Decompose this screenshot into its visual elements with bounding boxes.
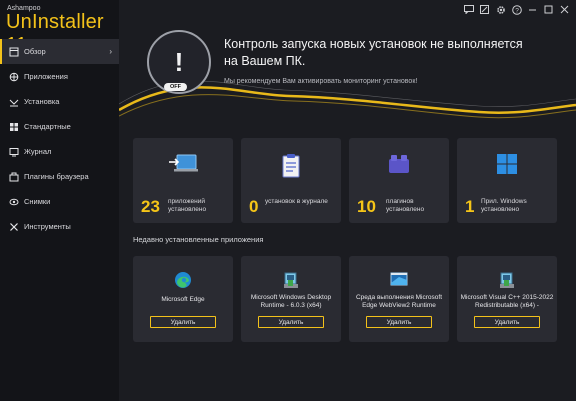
app-name: Среда выполнения Microsoft Edge WebView2… <box>355 294 443 309</box>
stat-label: Прил. Windows установлено <box>481 198 527 213</box>
sidebar-item-label: Обзор <box>24 47 46 56</box>
sidebar-item-label: Инструменты <box>24 222 71 231</box>
stat-value: 23 <box>141 197 160 216</box>
sidebar-nav: Обзор › Приложения Установка Стандартные <box>0 39 119 239</box>
recent-apps-title: Недавно установленные приложения <box>133 235 264 244</box>
uninstall-button[interactable]: Удалить <box>150 316 216 328</box>
stat-label: плагинов установлено <box>386 198 425 213</box>
monitor-arrow-icon <box>133 153 233 177</box>
monitoring-banner: ! OFF Контроль запуска новых установок н… <box>119 0 576 130</box>
home-icon <box>8 46 19 57</box>
sidebar-item-label: Стандартные <box>24 122 71 131</box>
uninstall-button[interactable]: Удалить <box>474 316 540 328</box>
sidebar-item-label: Плагины браузера <box>24 172 89 181</box>
snapshot-icon <box>8 196 19 207</box>
app-name: Microsoft Edge <box>161 296 205 303</box>
stat-card-log[interactable]: 0 установок в журнале <box>241 138 341 223</box>
chevron-right-icon: › <box>109 47 112 56</box>
installer-icon <box>241 271 341 289</box>
recent-app-card: Microsoft Windows Desktop Runtime - 6.0.… <box>241 256 341 342</box>
uninstall-button[interactable]: Удалить <box>366 316 432 328</box>
exclamation-icon: ! <box>174 47 184 77</box>
recent-app-card: Microsoft Visual C++ 2015-2022 Redistrib… <box>457 256 557 342</box>
log-icon <box>8 146 19 157</box>
recent-app-card: Среда выполнения Microsoft Edge WebView2… <box>349 256 449 342</box>
app-name: Microsoft Visual C++ 2015-2022 Redistrib… <box>460 294 554 309</box>
uninstall-button[interactable]: Удалить <box>258 316 324 328</box>
stat-value: 10 <box>357 197 376 216</box>
plugin-icon <box>8 171 19 182</box>
sidebar-item-snapshots[interactable]: Снимки <box>0 189 119 214</box>
sidebar-item-label: Снимки <box>24 197 51 206</box>
installer-icon <box>457 271 557 289</box>
stat-card-plugins[interactable]: 10 плагинов установлено <box>349 138 449 223</box>
apps-icon <box>8 71 19 82</box>
sidebar-item-standard[interactable]: Стандартные <box>0 114 119 139</box>
tools-icon <box>8 221 19 232</box>
sidebar-item-label: Установка <box>24 97 60 106</box>
stat-value: 0 <box>249 197 259 216</box>
sidebar-item-apps[interactable]: Приложения <box>0 64 119 89</box>
recent-app-card: Microsoft Edge Удалить <box>133 256 233 342</box>
windows-logo-icon <box>457 153 557 175</box>
sidebar-item-label: Журнал <box>24 147 52 156</box>
stat-label: установок в журнале <box>265 198 328 205</box>
sidebar-item-install[interactable]: Установка <box>0 89 119 114</box>
app-name: Microsoft Windows Desktop Runtime - 6.0.… <box>250 294 332 309</box>
plugin-blocks-icon <box>349 153 449 175</box>
install-icon <box>8 96 19 107</box>
banner-subtitle: Мы рекомендуем Вам активировать монитори… <box>224 78 418 85</box>
sidebar-item-overview[interactable]: Обзор › <box>0 39 119 64</box>
stat-label: приложений установлено <box>168 198 207 213</box>
windows-icon <box>8 121 19 132</box>
app-name: UnInstaller <box>6 11 104 33</box>
sidebar-item-log[interactable]: Журнал <box>0 139 119 164</box>
clipboard-icon <box>241 153 341 179</box>
webview-icon <box>349 271 449 287</box>
sidebar-item-browser-plugins[interactable]: Плагины браузера <box>0 164 119 189</box>
stat-value: 1 <box>465 197 475 216</box>
stat-card-windows-apps[interactable]: 1 Прил. Windows установлено <box>457 138 557 223</box>
sidebar: Ashampoo UnInstaller 11 Обзор › Приложен… <box>0 0 119 401</box>
edge-icon <box>133 271 233 289</box>
banner-title: Контроль запуска новых установок не выпо… <box>224 37 523 68</box>
stat-card-apps[interactable]: 23 приложений установлено <box>133 138 233 223</box>
status-off-badge: OFF <box>164 83 187 91</box>
sidebar-item-tools[interactable]: Инструменты <box>0 214 119 239</box>
sidebar-item-label: Приложения <box>24 72 68 81</box>
